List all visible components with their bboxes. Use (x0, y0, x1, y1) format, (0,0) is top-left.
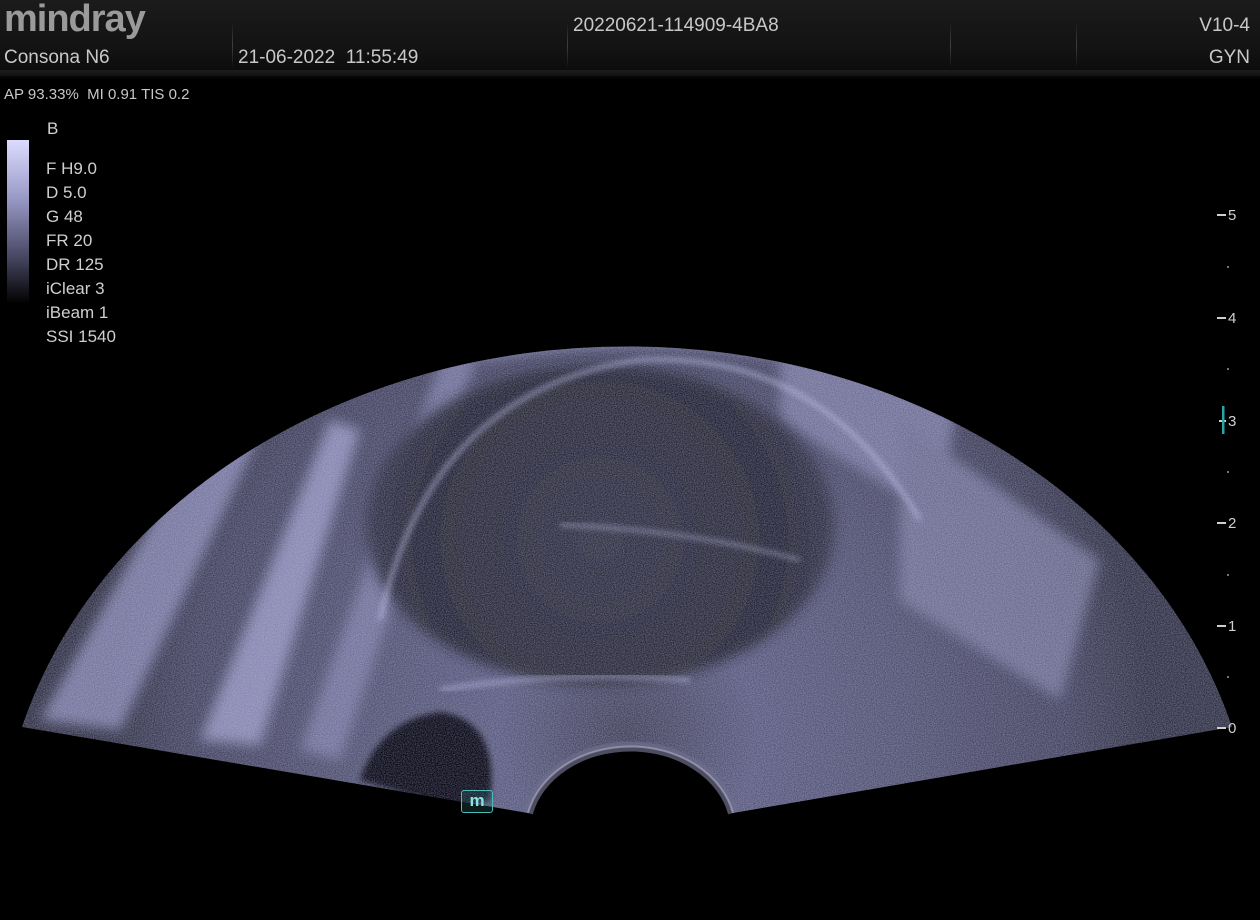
depth-label: 4 (1228, 310, 1236, 327)
depth-minor-tick (1227, 368, 1229, 370)
mechanical-index: MI 0.91 (87, 86, 138, 103)
exam-time: 11:55:49 (345, 47, 419, 68)
device-model: Consona N6 (4, 47, 110, 68)
orientation-marker-icon: m (461, 790, 493, 813)
depth-scale: 5 4 3 2 1 0 (1217, 207, 1236, 737)
depth-label: 0 (1228, 720, 1236, 737)
header-divider (0, 70, 1260, 80)
exam-preset[interactable]: GYN (1209, 47, 1250, 69)
depth-minor-tick (1227, 676, 1229, 678)
depth-label: 3 (1228, 413, 1236, 430)
param-ibeam: iBeam 1 (46, 303, 109, 322)
depth-minor-tick (1227, 471, 1229, 473)
depth-label: 2 (1228, 515, 1236, 532)
focus-marker[interactable] (1222, 406, 1225, 434)
param-iclear: iClear 3 (46, 279, 105, 298)
param-depth: D 5.0 (46, 183, 87, 202)
param-frame-rate: FR 20 (46, 231, 93, 250)
depth-label: 1 (1228, 618, 1236, 635)
exam-datetime: 21-06-2022 11:55:49 (238, 47, 418, 69)
brand-logo: mindray (4, 0, 146, 40)
depth-minor-tick (1227, 266, 1229, 268)
param-frequency: F H9.0 (46, 159, 98, 178)
param-gain: G 48 (46, 207, 83, 226)
depth-label: 5 (1228, 207, 1236, 224)
acoustic-power: AP 93.33% (4, 86, 79, 103)
depth-minor-tick (1227, 574, 1229, 576)
header-separator (1076, 22, 1077, 68)
header-bar (0, 0, 1260, 76)
exam-date: 21-06-2022 (238, 47, 336, 68)
param-dynamic-range: DR 125 (46, 255, 104, 274)
grayscale-bar (7, 140, 29, 304)
probe-name[interactable]: V10-4 (1199, 15, 1250, 37)
imaging-parameters: F H9.0 D 5.0 G 48 FR 20 DR 125 iClear 3 … (46, 157, 116, 349)
imaging-mode: B (47, 119, 59, 138)
header-separator (567, 22, 568, 68)
header-separator (232, 22, 233, 68)
param-ssi: SSI 1540 (46, 327, 116, 346)
ultrasound-image[interactable] (0, 0, 1260, 920)
header-separator (950, 22, 951, 68)
patient-id[interactable]: 20220621-114909-4BA8 (573, 15, 779, 37)
acoustic-output: AP 93.33% MI 0.91 TIS 0.2 (4, 86, 189, 103)
thermal-index: TIS 0.2 (141, 86, 190, 103)
